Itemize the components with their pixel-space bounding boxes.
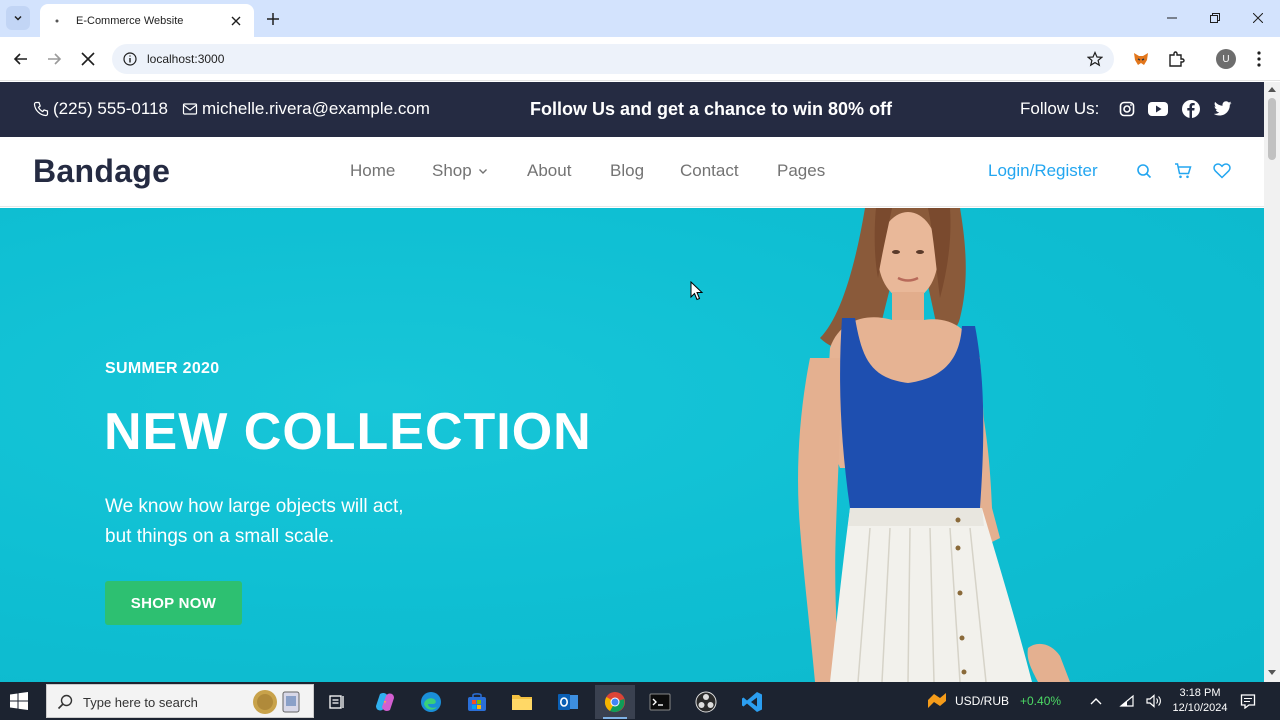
instagram-icon[interactable]	[1118, 100, 1136, 118]
top-info-bar: (225) 555-0118 michelle.rivera@example.c…	[0, 82, 1264, 137]
facebook-icon[interactable]	[1182, 100, 1200, 118]
restore-icon[interactable]	[1202, 8, 1228, 28]
mail-icon	[182, 103, 198, 115]
browser-toolbar: localhost:3000 U	[0, 37, 1280, 81]
obs-studio-icon[interactable]	[686, 685, 726, 719]
heart-icon[interactable]	[1213, 162, 1231, 180]
nav-link-pages[interactable]: Pages	[777, 161, 825, 181]
extensions-puzzle-icon[interactable]	[1166, 49, 1186, 69]
outlook-icon[interactable]	[548, 685, 588, 719]
new-tab-icon[interactable]	[264, 10, 282, 28]
chevron-down-icon	[14, 15, 22, 21]
network-icon[interactable]	[1119, 693, 1135, 709]
search-placeholder: Type here to search	[83, 695, 198, 710]
scrollbar-thumb[interactable]	[1268, 98, 1276, 160]
search-icon[interactable]	[1135, 162, 1153, 180]
cart-icon[interactable]	[1174, 162, 1192, 180]
brand-logo[interactable]: Bandage	[33, 153, 170, 190]
hero-eyebrow: SUMMER 2020	[105, 360, 220, 377]
tab-search-button[interactable]	[6, 6, 30, 30]
browser-tab-bar: E-Commerce Website	[0, 0, 1280, 37]
copilot-icon[interactable]	[365, 685, 405, 719]
bookmark-star-icon[interactable]	[1086, 50, 1104, 68]
file-explorer-icon[interactable]	[502, 685, 542, 719]
notification-center-icon[interactable]	[1240, 693, 1256, 709]
loading-icon	[50, 14, 64, 28]
hero-banner: SUMMER 2020 NEW COLLECTION We know how l…	[0, 208, 1264, 682]
nav-link-shop-label: Shop	[432, 161, 472, 180]
url-text: localhost:3000	[147, 52, 225, 66]
scroll-up-icon[interactable]	[1268, 86, 1276, 92]
nav-link-contact[interactable]: Contact	[680, 161, 739, 181]
active-indicator	[603, 717, 627, 719]
hero-headline: NEW COLLECTION	[104, 403, 592, 461]
back-arrow-icon[interactable]	[9, 47, 33, 71]
page-scrollbar[interactable]	[1264, 82, 1280, 682]
phone-icon	[33, 101, 49, 117]
system-clock[interactable]: 3:18 PM 12/10/2024	[1168, 686, 1232, 716]
hero-subtitle-line-2: but things on a small scale.	[105, 526, 335, 547]
kebab-menu-icon[interactable]	[1249, 49, 1269, 69]
tab-title: E-Commerce Website	[76, 14, 184, 27]
nav-link-shop[interactable]: Shop	[432, 161, 488, 181]
currency-pair: USD/RUB	[955, 694, 1010, 708]
currency-change: +0.40%	[1020, 694, 1062, 708]
volume-icon[interactable]	[1146, 693, 1162, 709]
close-window-icon[interactable]	[1245, 8, 1271, 28]
promo-text: Follow Us and get a chance to win 80% of…	[530, 99, 893, 119]
profile-avatar[interactable]: U	[1216, 49, 1236, 69]
clock-date: 12/10/2024	[1172, 702, 1228, 714]
shop-now-button[interactable]: SHOP NOW	[105, 581, 242, 625]
email-contact[interactable]: michelle.rivera@example.com	[182, 99, 430, 119]
task-view-icon[interactable]	[317, 685, 357, 719]
hero-subtitle-line-1: We know how large objects will act,	[105, 496, 404, 517]
search-highlight-icon	[253, 690, 300, 714]
microsoft-store-icon[interactable]	[457, 685, 497, 719]
hero-model-image	[798, 208, 1070, 682]
phone-contact[interactable]: (225) 555-0118	[33, 99, 168, 119]
minimize-icon[interactable]	[1159, 8, 1185, 28]
mouse-cursor-icon	[690, 281, 704, 301]
browser-tab[interactable]: E-Commerce Website	[40, 4, 254, 37]
vscode-icon[interactable]	[732, 685, 772, 719]
youtube-icon[interactable]	[1148, 100, 1168, 118]
scroll-down-icon[interactable]	[1268, 670, 1276, 676]
metamask-extension-icon[interactable]	[1131, 49, 1151, 69]
terminal-icon[interactable]	[640, 685, 680, 719]
hero-subtitle: We know how large objects will act, but …	[105, 492, 505, 552]
site-info-icon[interactable]	[122, 51, 138, 67]
search-icon	[57, 694, 73, 710]
edge-browser-icon[interactable]	[411, 685, 451, 719]
taskbar-search-box[interactable]: Type here to search	[46, 684, 314, 718]
show-hidden-icons-chevron-icon[interactable]	[1088, 693, 1104, 709]
main-navbar: Bandage Home Shop About Blog Contact Pag…	[0, 137, 1264, 207]
stop-loading-icon[interactable]	[76, 47, 100, 71]
windows-taskbar: Type here to search USD/RUB +0.40% 3:18 …	[0, 682, 1280, 720]
email-address: michelle.rivera@example.com	[202, 99, 430, 118]
clock-time: 3:18 PM	[1179, 687, 1221, 699]
forward-arrow-icon[interactable]	[42, 47, 66, 71]
stock-chart-icon	[928, 693, 946, 708]
phone-number: (225) 555-0118	[53, 99, 168, 118]
nav-link-about[interactable]: About	[527, 161, 571, 181]
nav-link-blog[interactable]: Blog	[610, 161, 644, 181]
chrome-taskbar-icon[interactable]	[595, 685, 635, 719]
address-bar[interactable]: localhost:3000	[112, 44, 1114, 74]
login-register-link[interactable]: Login/Register	[988, 161, 1098, 181]
close-tab-icon[interactable]	[228, 13, 244, 29]
windows-start-icon[interactable]	[10, 692, 28, 710]
follow-us-label: Follow Us:	[1020, 99, 1100, 118]
web-page: (225) 555-0118 michelle.rivera@example.c…	[0, 82, 1264, 682]
chevron-down-icon	[478, 169, 487, 174]
twitter-icon[interactable]	[1214, 100, 1232, 118]
nav-link-home[interactable]: Home	[350, 161, 395, 181]
